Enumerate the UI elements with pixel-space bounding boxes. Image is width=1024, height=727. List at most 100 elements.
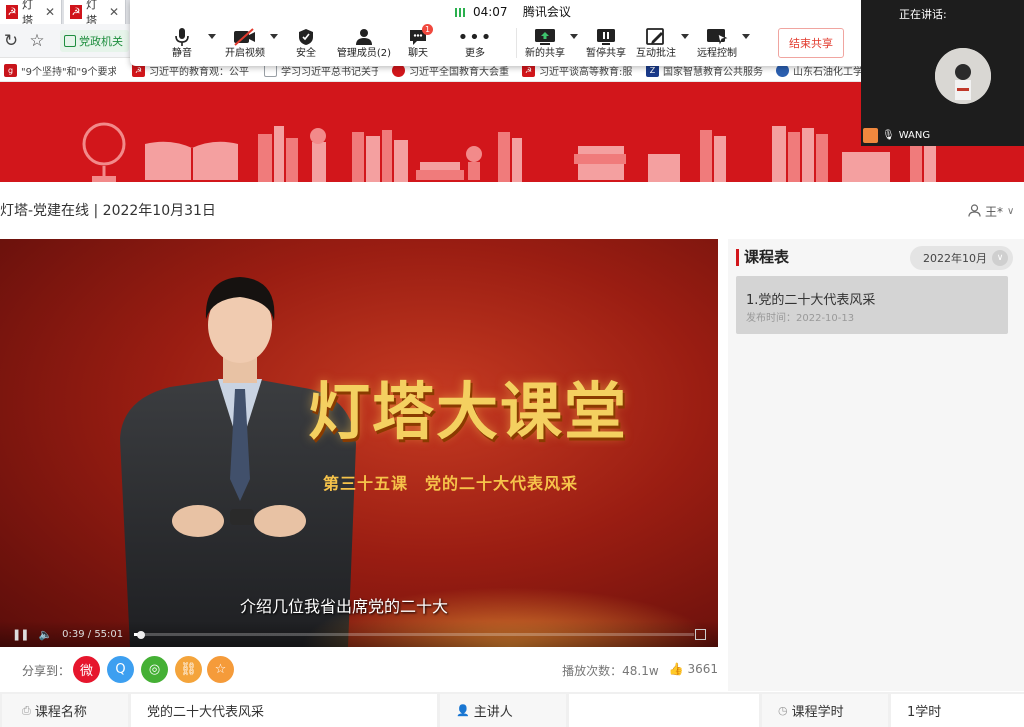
remote-options-caret[interactable] [742, 34, 750, 39]
wechat-icon[interactable]: ◎ [141, 656, 168, 683]
video-player[interactable]: 灯塔大课堂 第三十五课 党的二十大代表风采 介绍几位我省出席党的二十大 ❚❚ 🔈… [0, 239, 718, 647]
security-button[interactable]: 安全 [274, 26, 338, 64]
video-progress-bar[interactable] [134, 633, 694, 636]
meeting-status: 04:07 腾讯会议 [130, 3, 896, 20]
like-button[interactable]: 👍 3661 [669, 662, 718, 679]
chat-bubble-icon [386, 26, 450, 48]
month-selector[interactable]: 2022年10月 ∨ [910, 246, 1013, 270]
weibo-icon[interactable]: 微 [73, 656, 100, 683]
end-share-label: 结束共享 [789, 37, 833, 50]
new-share-button[interactable]: 新的共享 [513, 26, 577, 64]
chat-label: 聊天 [408, 48, 428, 59]
fullscreen-icon[interactable] [695, 629, 706, 640]
course-name-label: 课程名称 [34, 705, 87, 720]
reload-icon[interactable]: ↻ [0, 30, 22, 52]
close-icon[interactable]: ✕ [109, 5, 119, 19]
speaker-name-tag: 🎙 WANG [863, 126, 930, 144]
chevron-down-icon: ∨ [992, 250, 1008, 266]
new-share-label: 新的共享 [525, 48, 565, 59]
video-label: 开启视频 [225, 48, 265, 59]
chat-badge: 1 [422, 24, 433, 35]
video-stats: 播放次数：48.1w 👍 3661 [562, 662, 718, 679]
like-count: 3661 [687, 662, 718, 676]
lecturer-label: 主讲人 [473, 705, 513, 720]
course-info-row: ⎙ 课程名称 党的二十大代表风采 👤 主讲人 ◷ 课程学时 1学时 [0, 692, 1024, 727]
course-hours-label: 课程学时 [791, 705, 844, 720]
party-flag-icon: ☭ [70, 5, 83, 19]
bookmark-item[interactable]: g "9个坚持"和"9个要求 [4, 62, 116, 78]
browser-tab[interactable]: ☭ 灯塔 ✕ [64, 0, 126, 27]
signal-icon [455, 8, 466, 17]
user-icon [968, 203, 981, 220]
microphone-icon: 🎙 [882, 129, 895, 141]
video-lesson-subtitle: 第三十五课 党的二十大代表风采 [323, 474, 579, 493]
chevron-down-icon: ∨ [1007, 206, 1015, 217]
course-hours-value: 1学时 [891, 694, 1024, 727]
video-button[interactable]: 开启视频 [213, 26, 277, 64]
share-label: 分享到： [22, 664, 71, 678]
lecturer-header: 👤 主讲人 [440, 694, 566, 727]
clock-icon: ◷ [778, 704, 788, 717]
remote-control-label: 远程控制 [697, 48, 737, 59]
document-icon [64, 35, 76, 47]
user-menu[interactable]: 王* ∨ [968, 203, 1014, 220]
screen-share-icon [513, 26, 577, 48]
favorite-icon[interactable]: ☆ [207, 656, 234, 683]
more-dots-icon: ••• [457, 26, 493, 48]
meeting-app-name: 腾讯会议 [522, 5, 571, 19]
link-icon[interactable]: ⛓ [175, 656, 202, 683]
site-favicon-icon: g [4, 63, 17, 77]
remote-control-button[interactable]: 远程控制 [685, 26, 749, 64]
bookmark-label: "9个坚持"和"9个要求 [21, 66, 116, 78]
microphone-icon [150, 26, 214, 48]
remote-control-icon [685, 26, 749, 48]
chat-button[interactable]: 1 聊天 [386, 24, 450, 64]
video-time: 0:39 / 55:01 [62, 628, 124, 640]
extension-label: 党政机关 [79, 35, 123, 48]
more-label: 更多 [465, 48, 485, 59]
speaker-panel: 正在讲话: 🎙 WANG [861, 0, 1024, 146]
mute-button[interactable]: 静音 [150, 26, 214, 64]
annotate-label: 互动批注 [636, 48, 676, 59]
printer-icon: ⎙ [22, 703, 31, 717]
video-progress-handle[interactable] [136, 631, 145, 639]
camera-off-icon [213, 26, 277, 48]
pause-icon[interactable]: ❚❚ [12, 628, 29, 641]
more-button[interactable]: ••• 更多 [443, 26, 507, 64]
course-hours-header: ◷ 课程学时 [762, 694, 888, 727]
share-bar: 分享到： 微 Q ◎ ⛓ ☆ 播放次数：48.1w 👍 3661 [0, 648, 718, 692]
annotate-pen-icon [624, 26, 688, 48]
avatar [935, 48, 991, 104]
schedule-item[interactable]: 1.党的二十大代表风采 发布时间：2022-10-13 [736, 276, 1008, 334]
meeting-toolbar: 04:07 腾讯会议 静音 开启视频 安全 管理成员(2) 1 聊天 ••• 更… [130, 0, 896, 66]
video-title: 灯塔大课堂 [308, 375, 629, 448]
party-flag-icon: ☭ [6, 5, 19, 19]
close-icon[interactable]: ✕ [45, 5, 55, 19]
mute-label: 静音 [172, 48, 192, 59]
qq-icon[interactable]: Q [107, 656, 134, 683]
page-title: 灯塔-党建在线 | 2022年10月31日 [0, 203, 216, 219]
course-schedule-panel: 课程表 2022年10月 ∨ 1.党的二十大代表风采 发布时间：2022-10-… [728, 239, 1024, 691]
extension-button[interactable]: 党政机关 [60, 30, 129, 52]
volume-icon[interactable]: 🔈 [38, 628, 52, 641]
annotate-button[interactable]: 互动批注 [624, 26, 688, 64]
browser-tab[interactable]: ☭ 灯塔 ✕ [0, 0, 62, 27]
bookmark-star-icon[interactable]: ☆ [26, 30, 48, 52]
schedule-title: 课程表 [736, 249, 789, 266]
schedule-item-title: 1.党的二十大代表风采 [746, 293, 876, 308]
user-icon: 👤 [456, 704, 470, 717]
view-count: 播放次数：48.1w [562, 664, 659, 678]
speaker-panel-title: 正在讲话: [899, 8, 947, 21]
course-name-value: 党的二十大代表风采 [131, 694, 437, 727]
end-share-button[interactable]: 结束共享 [778, 28, 844, 58]
thumbs-up-icon: 👍 [668, 662, 684, 676]
security-label: 安全 [296, 48, 316, 59]
speaker-name: WANG [898, 129, 931, 141]
video-caption: 介绍几位我省出席党的二十大 [240, 597, 449, 616]
course-name-header: ⎙ 课程名称 [2, 694, 128, 727]
month-value: 2022年10月 [923, 252, 987, 265]
user-icon [863, 127, 878, 143]
lecturer-value [569, 694, 759, 727]
schedule-item-date: 发布时间：2022-10-13 [746, 313, 855, 324]
shield-icon [274, 26, 338, 48]
